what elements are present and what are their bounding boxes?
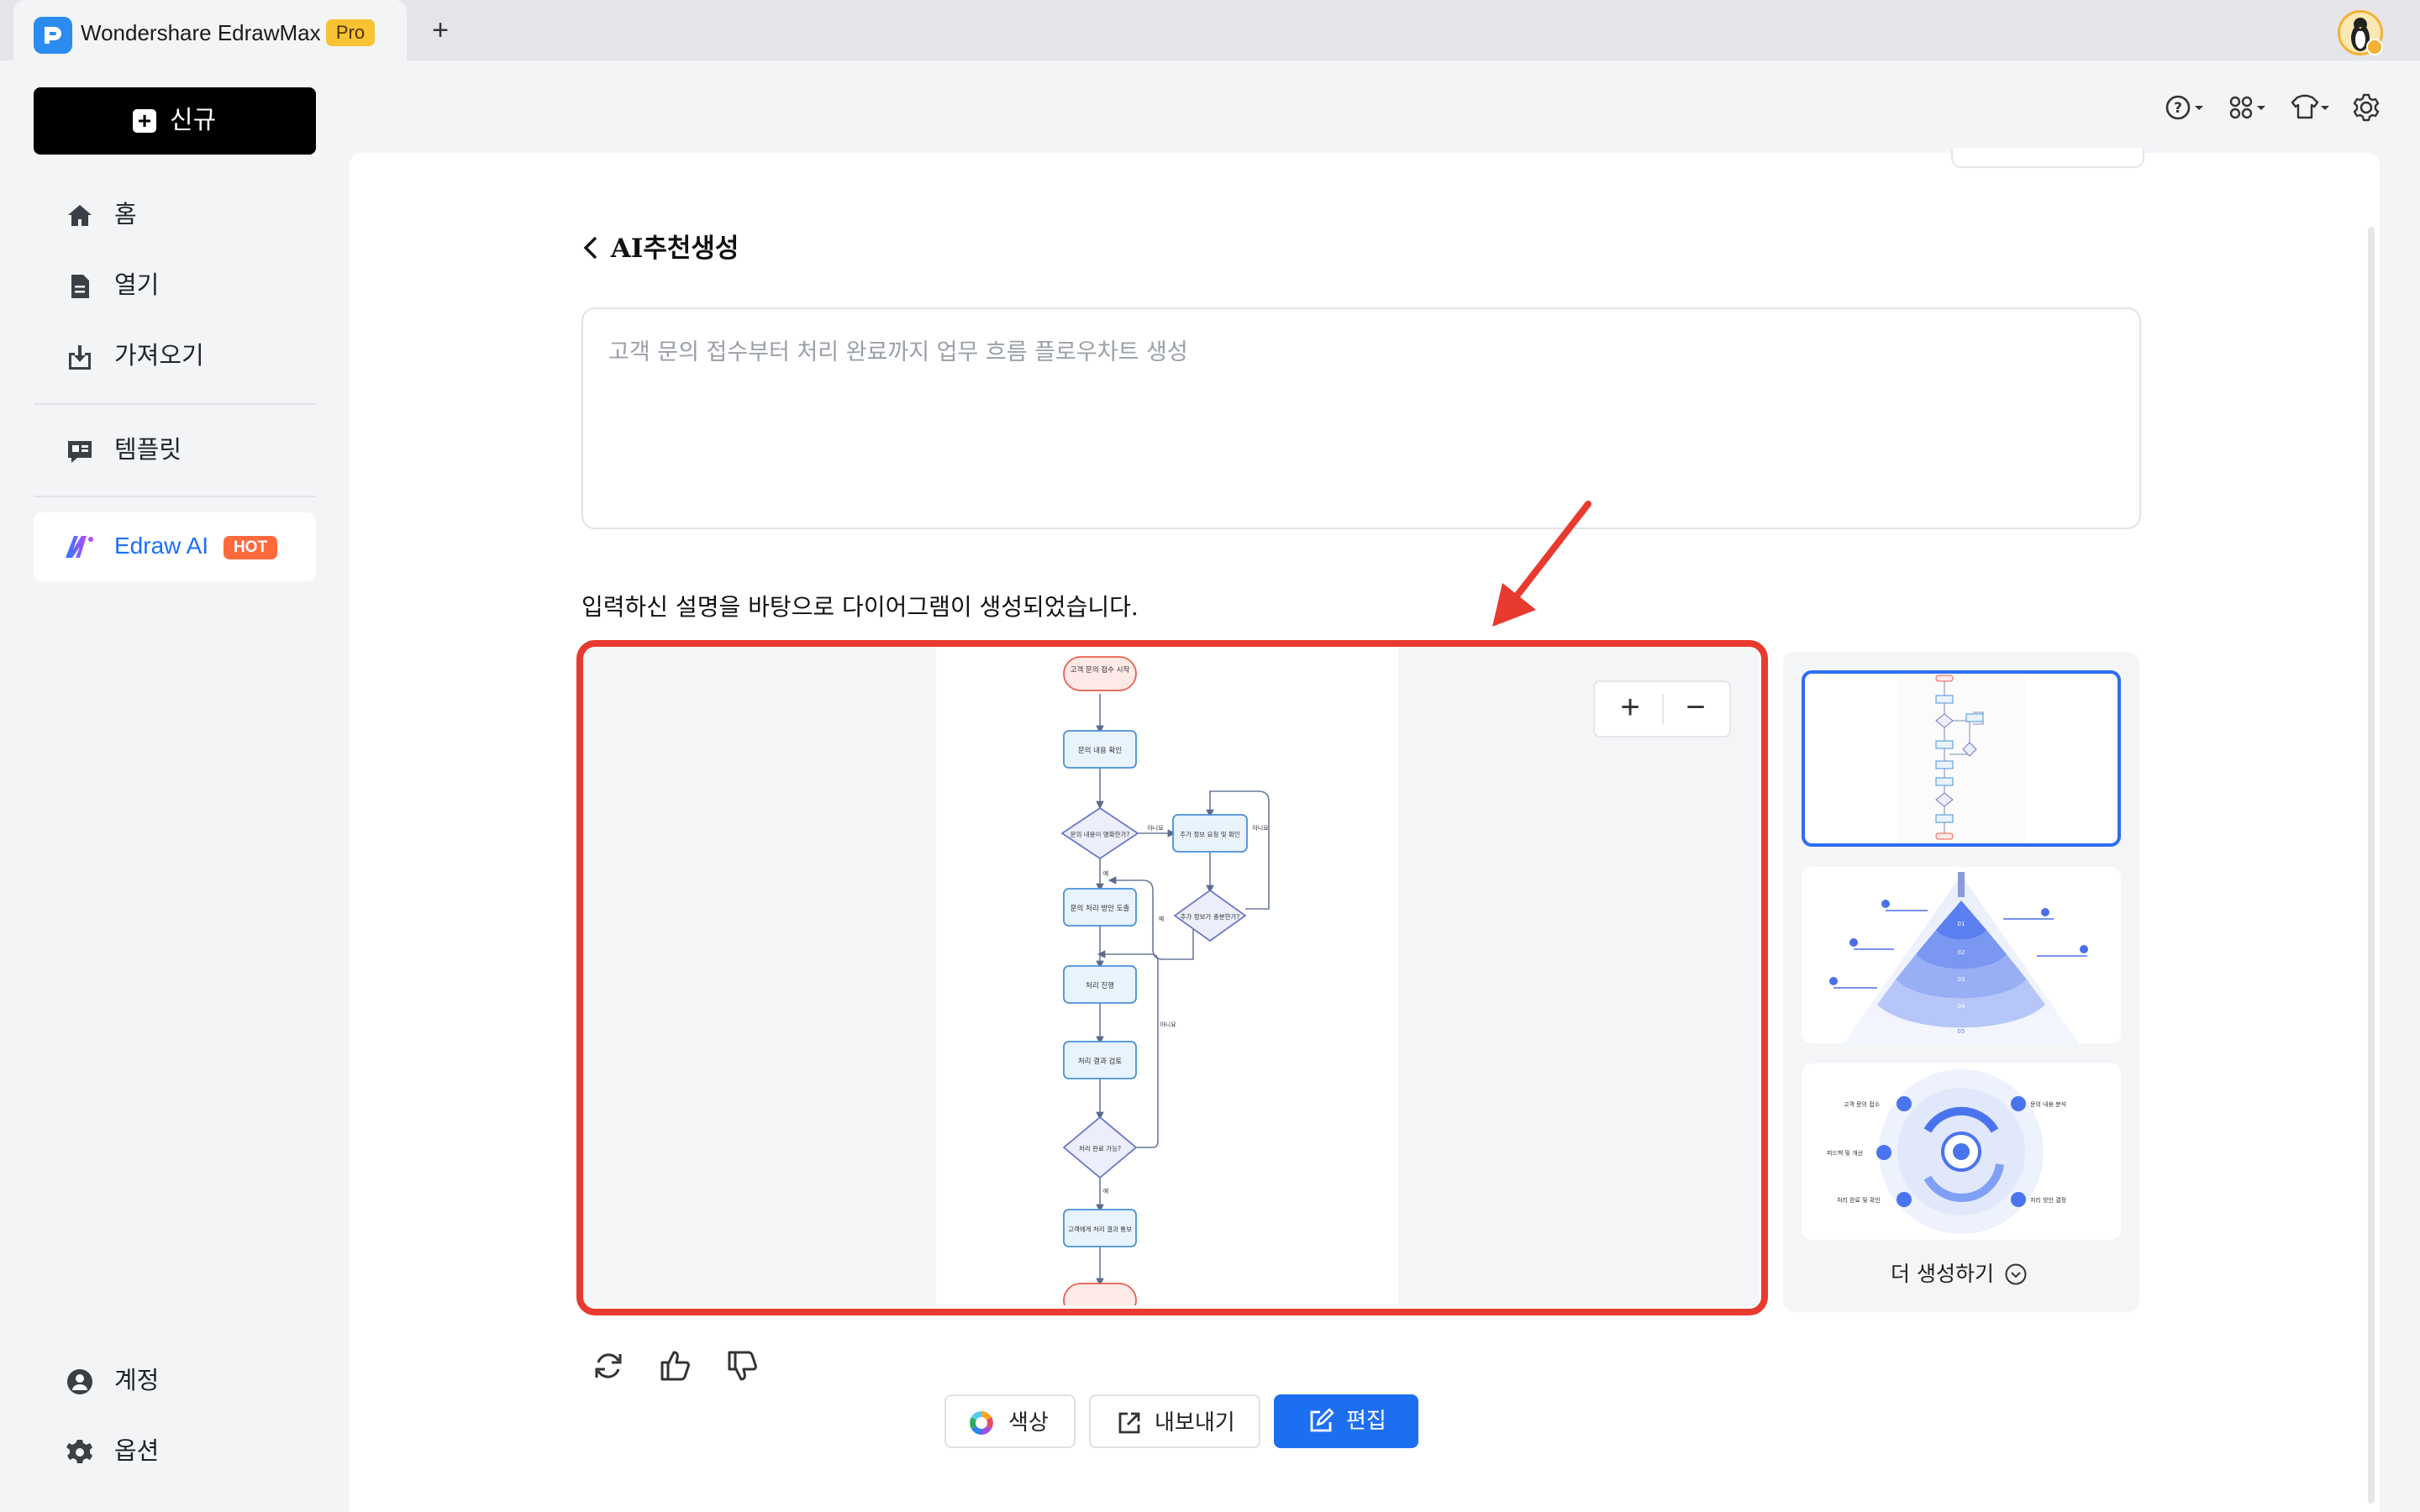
edraw-ai-icon: [66, 536, 93, 558]
new-button-label: 신규: [170, 107, 217, 134]
export-button-label: 내보내기: [1155, 1410, 1235, 1436]
theme-icon[interactable]: [2287, 91, 2333, 124]
chevron-down-circle-icon: [2005, 1263, 2027, 1285]
prompt-placeholder: 고객 문의 접수부터 처리 완료까지 업무 흐름 플로우차트 생성: [608, 339, 1188, 365]
cycle-label: 고객 문의 접수: [1844, 1100, 1881, 1108]
thumbnail-pyramid[interactable]: 01 02 03 04 05: [1802, 867, 2121, 1043]
thumbs-down-icon[interactable]: [724, 1347, 761, 1384]
svg-text:?: ?: [2174, 100, 2182, 117]
import-icon: [69, 345, 91, 370]
pyramid-label: 05: [1958, 1028, 1965, 1035]
premium-badge-icon: [2366, 39, 2383, 55]
cycle-label: 처리 완료 및 확인: [1837, 1196, 1881, 1204]
thumbs-up-icon[interactable]: [657, 1347, 694, 1384]
pyramid-label: 02: [1958, 949, 1965, 956]
generate-more-label: 더 생성하기: [1891, 1262, 1994, 1286]
top-action-button[interactable]: [1951, 148, 2144, 168]
thumbnail-flowchart[interactable]: [1802, 670, 2121, 847]
thumbnail-panel: 01 02 03 04 05 고객 문의 접수 문의 내용 분석 피드백 및 개…: [1783, 652, 2139, 1312]
edrawmax-logo-icon: [34, 17, 72, 54]
page-title: AI추천생성: [610, 234, 739, 264]
sidebar-divider: [34, 403, 316, 405]
generate-more-button[interactable]: 더 생성하기: [1891, 1260, 2028, 1289]
sidebar-item-options[interactable]: 옵션: [34, 1421, 316, 1482]
edit-icon: [1310, 1408, 1334, 1432]
sidebar-item-label: 계정: [114, 1368, 160, 1394]
edraw-ai-label: Edraw AI: [114, 533, 209, 559]
color-button[interactable]: 색상: [944, 1394, 1076, 1448]
sidebar-item-import[interactable]: 가져오기: [34, 326, 316, 386]
new-tab-button[interactable]: +: [425, 15, 455, 45]
sidebar-item-open[interactable]: 열기: [34, 255, 316, 316]
pro-badge: Pro: [326, 19, 375, 46]
pyramid-label: 04: [1958, 1003, 1965, 1010]
sidebar-item-label: 홈: [114, 202, 137, 228]
sidebar-item-templates[interactable]: 템플릿: [34, 420, 316, 480]
sidebar-item-label: 템플릿: [114, 437, 182, 464]
annotation-arrow-icon: [1492, 501, 1591, 627]
home-icon: [68, 205, 92, 226]
sidebar-item-account[interactable]: 계정: [34, 1351, 316, 1411]
sidebar-item-label: 가져오기: [114, 343, 204, 370]
cycle-label: 처리 방안 결정: [2030, 1196, 2066, 1204]
color-button-label: 색상: [1008, 1410, 1049, 1436]
apps-icon[interactable]: [2225, 91, 2270, 124]
edit-button-label: 편집: [1346, 1409, 1386, 1434]
pyramid-label: 01: [1958, 921, 1965, 927]
sidebar-item-label: 열기: [114, 272, 160, 299]
sidebar-item-edraw-ai[interactable]: Edraw AI HOT: [34, 512, 316, 581]
template-icon: [68, 441, 92, 463]
sidebar-divider: [34, 496, 316, 497]
file-icon: [71, 275, 89, 298]
regenerate-icon[interactable]: [590, 1347, 627, 1384]
result-message: 입력하신 설명을 바탕으로 다이어그램이 생성되었습니다.: [581, 593, 1139, 621]
thumbnail-cycle[interactable]: 고객 문의 접수 문의 내용 분석 피드백 및 개선 처리 완료 및 확인 처리…: [1802, 1063, 2121, 1240]
account-icon: [67, 1369, 92, 1394]
hot-badge: HOT: [224, 536, 277, 559]
settings-icon[interactable]: [2349, 91, 2395, 124]
cycle-label: 문의 내용 분석: [2030, 1100, 2066, 1108]
new-button[interactable]: + 신규: [34, 87, 316, 155]
gear-icon: [66, 1440, 92, 1463]
sidebar-item-label: 옵션: [114, 1438, 160, 1465]
sidebar-item-home[interactable]: 홈: [34, 185, 316, 245]
plus-icon: +: [133, 109, 156, 133]
edit-button[interactable]: 편집: [1274, 1394, 1418, 1448]
color-palette-icon: [970, 1411, 993, 1435]
back-button[interactable]: AI추천생성: [581, 232, 739, 265]
export-icon: [1118, 1412, 1140, 1434]
cycle-label: 피드백 및 개선: [1827, 1149, 1863, 1157]
chevron-left-icon: [583, 236, 597, 260]
prompt-input[interactable]: 고객 문의 접수부터 처리 완료까지 업무 흐름 플로우차트 생성: [581, 307, 2141, 529]
export-button[interactable]: 내보내기: [1089, 1394, 1260, 1448]
app-title: Wondershare EdrawMax: [81, 20, 321, 45]
vertical-scrollbar[interactable]: [2368, 227, 2375, 1504]
help-icon[interactable]: ?: [2163, 91, 2208, 124]
highlight-frame: [576, 640, 1768, 1315]
pyramid-label: 03: [1958, 976, 1965, 983]
